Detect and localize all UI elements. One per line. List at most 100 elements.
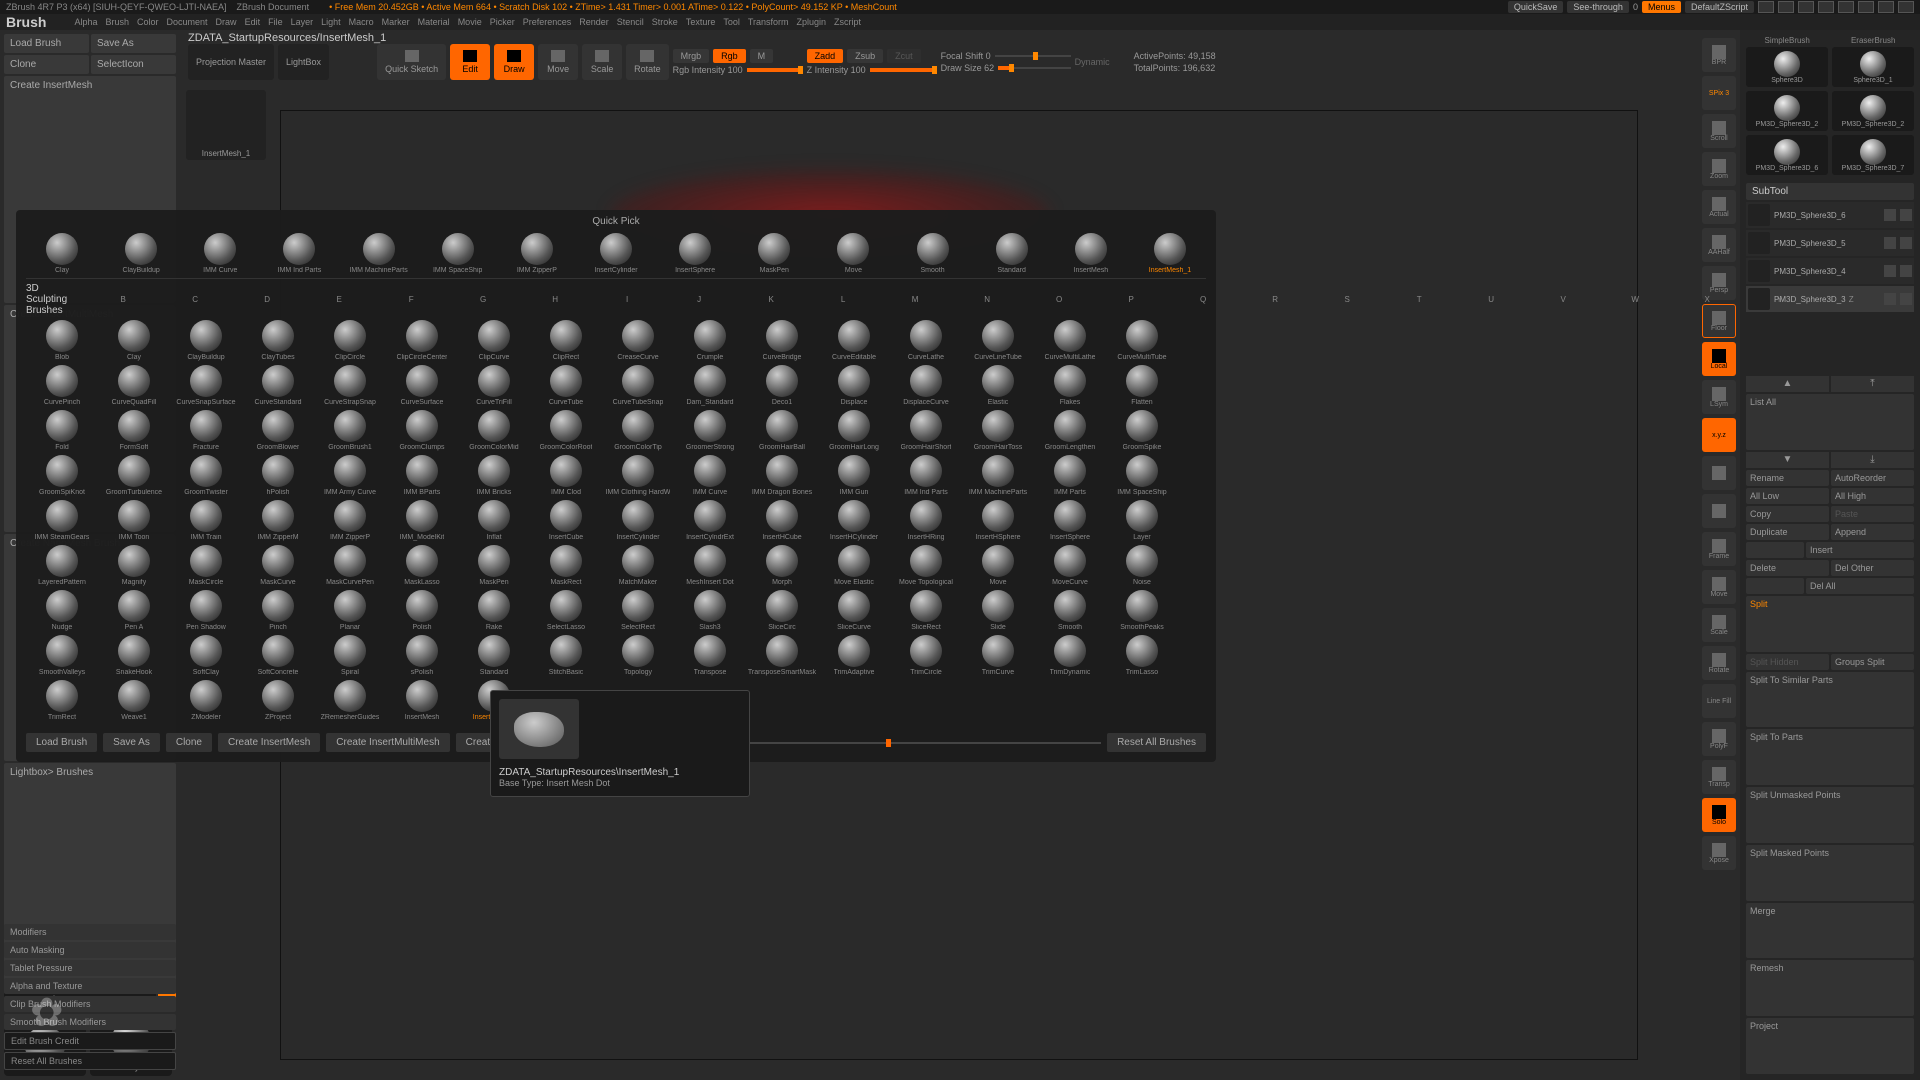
brush-cell[interactable]: CurveSnapSurface (170, 365, 242, 406)
brush-cell[interactable]: GroomBlower (242, 410, 314, 451)
brush-cell[interactable]: CurveMultiLathe (1034, 320, 1106, 361)
brush-cell[interactable]: IMM Dragon Bones (746, 455, 818, 496)
rename-button[interactable]: Rename (1746, 470, 1829, 486)
brush-cell[interactable]: TrimLasso (1106, 635, 1178, 676)
move-button[interactable]: Move (538, 44, 578, 80)
brush-cell[interactable]: Dam_Standard (674, 365, 746, 406)
alpha-letter[interactable]: F (375, 295, 447, 304)
split-hidden-button[interactable]: Split Hidden (1746, 654, 1829, 670)
brush-cell[interactable]: IMM_ModelKit (386, 500, 458, 541)
list-all-button[interactable]: List All (1746, 394, 1914, 450)
alpha-letter[interactable]: E (303, 295, 375, 304)
brush-cell[interactable]: MeshInsert Dot (674, 545, 746, 586)
alpha-letter[interactable]: C (159, 295, 231, 304)
menu-alpha[interactable]: Alpha (74, 17, 97, 27)
brush-cell[interactable]: MatchMaker (602, 545, 674, 586)
paste-button[interactable]: Paste (1831, 506, 1914, 522)
spix-button[interactable]: SPix 3 (1702, 76, 1736, 110)
brush-cell[interactable]: GroomColorTip (602, 410, 674, 451)
alpha-letter[interactable]: I (591, 295, 663, 304)
brush-cell[interactable]: InsertSphere (1034, 500, 1106, 541)
rotate-button[interactable]: Rotate (626, 44, 669, 80)
brush-cell[interactable]: ZModeler (170, 680, 242, 721)
tool-thumb[interactable]: PM3D_Sphere3D_2 (1832, 91, 1914, 131)
clone-button[interactable]: Clone (4, 55, 89, 74)
alpha-letter[interactable]: P (1095, 295, 1167, 304)
brush-cell[interactable]: Morph (746, 545, 818, 586)
quick-sketch-button[interactable]: Quick Sketch (377, 44, 446, 80)
brush-cell[interactable]: InsertCylinder (602, 500, 674, 541)
actual-button[interactable]: Actual (1702, 190, 1736, 224)
brush-cell[interactable]: SnakeHook (98, 635, 170, 676)
brush-cell[interactable]: InsertHCube (746, 500, 818, 541)
brush-cell[interactable]: GroomSpike (1106, 410, 1178, 451)
brush-cell[interactable]: hPolish (242, 455, 314, 496)
alpha-letter[interactable]: W (1599, 295, 1671, 304)
z-intensity-slider[interactable]: Z Intensity 100 (807, 65, 937, 75)
brush-cell[interactable]: GroomTwister (170, 455, 242, 496)
brush-cell[interactable]: Spiral (314, 635, 386, 676)
brush-cell[interactable]: TrimAdaptive (818, 635, 890, 676)
tool-thumb[interactable]: PM3D_Sphere3D_6 (1746, 135, 1828, 175)
brush-cell[interactable]: GroomSpiKnot (26, 455, 98, 496)
brush-cell[interactable]: MaskCurve (242, 545, 314, 586)
brush-cell[interactable]: SmoothPeaks (1106, 590, 1178, 631)
quickpick-brush[interactable]: InsertMesh_1 (1134, 233, 1206, 274)
menu-zscript[interactable]: Zscript (834, 17, 861, 27)
brush-cell[interactable]: IMM ZipperM (242, 500, 314, 541)
brush-cell[interactable]: ClipCircleCenter (386, 320, 458, 361)
menu-brush[interactable]: Brush (105, 17, 129, 27)
alpha-letter[interactable]: X (1671, 295, 1743, 304)
footer-reset-all[interactable]: Reset All Brushes (1107, 733, 1206, 752)
brush-cell[interactable]: IMM Clod (530, 455, 602, 496)
brush-cell[interactable]: Transpose (674, 635, 746, 676)
quickpick-brush[interactable]: IMM SpaceShip (422, 233, 494, 274)
draw-button[interactable]: Draw (494, 44, 534, 80)
menu-layer[interactable]: Layer (291, 17, 314, 27)
brush-cell[interactable]: Pen Shadow (170, 590, 242, 631)
brush-cell[interactable]: Crumple (674, 320, 746, 361)
zsub-button[interactable]: Zsub (847, 49, 883, 63)
brush-cell[interactable]: MaskCircle (170, 545, 242, 586)
brush-cell[interactable]: IMM MachineParts (962, 455, 1034, 496)
quickpick-brush[interactable]: MaskPen (738, 233, 810, 274)
vis-toggle[interactable] (1884, 265, 1896, 277)
scroll-button[interactable]: Scroll (1702, 114, 1736, 148)
brush-cell[interactable]: Fracture (170, 410, 242, 451)
brush-cell[interactable]: SliceRect (890, 590, 962, 631)
menu-macro[interactable]: Macro (349, 17, 374, 27)
quickpick-brush[interactable]: InsertCylinder (580, 233, 652, 274)
brush-cell[interactable]: CurveSurface (386, 365, 458, 406)
brush-cell[interactable]: Pinch (242, 590, 314, 631)
brush-cell[interactable]: Slide (962, 590, 1034, 631)
brush-cell[interactable]: Pen A (98, 590, 170, 631)
alpha-letter[interactable]: Z (1815, 295, 1887, 304)
brush-cell[interactable]: Blob (26, 320, 98, 361)
scale-nav-button[interactable]: Scale (1702, 608, 1736, 642)
scale-button[interactable]: Scale (582, 44, 622, 80)
brush-cell[interactable]: MaskLasso (386, 545, 458, 586)
close-button[interactable] (1898, 1, 1914, 13)
tool-preview[interactable]: InsertMesh_1 (186, 90, 266, 160)
rotate-nav-button[interactable]: Rotate (1702, 646, 1736, 680)
brush-cell[interactable]: SliceCurve (818, 590, 890, 631)
alpha-letter[interactable]: Y (1743, 295, 1815, 304)
brush-cell[interactable]: Standard (458, 635, 530, 676)
brush-cell[interactable]: Displace (818, 365, 890, 406)
menu-transform[interactable]: Transform (748, 17, 789, 27)
window-button-2[interactable] (1778, 1, 1794, 13)
tool-thumb[interactable]: PM3D_Sphere3D_7 (1832, 135, 1914, 175)
brush-cell[interactable]: InsertCube (530, 500, 602, 541)
footer-save-as[interactable]: Save As (103, 733, 160, 752)
default-zscript[interactable]: DefaultZScript (1685, 1, 1754, 13)
helper-2[interactable] (1702, 494, 1736, 528)
seethrough-label[interactable]: See-through (1567, 1, 1629, 13)
quickpick-brush[interactable]: InsertSphere (659, 233, 731, 274)
brush-cell[interactable]: IMM Toon (98, 500, 170, 541)
linefill-button[interactable]: Line Fill (1702, 684, 1736, 718)
brush-cell[interactable]: ClayTubes (242, 320, 314, 361)
menu-marker[interactable]: Marker (382, 17, 410, 27)
alpha-letter[interactable]: S (1311, 295, 1383, 304)
brush-cell[interactable]: GroomHairShort (890, 410, 962, 451)
brush-cell[interactable]: Noise (1106, 545, 1178, 586)
